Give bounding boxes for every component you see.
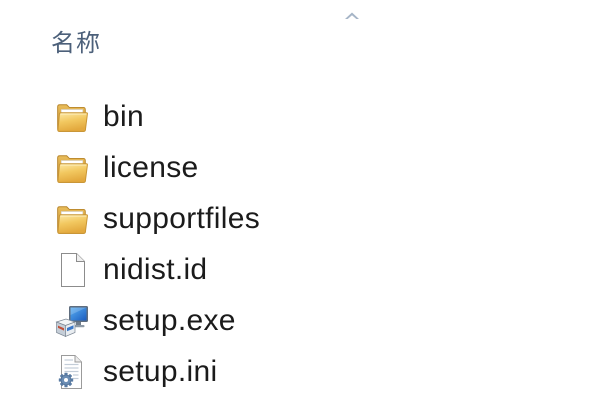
file-item-setup-exe[interactable]: setup.exe — [52, 301, 572, 341]
folder-icon — [52, 98, 90, 136]
file-item-bin[interactable]: bin — [52, 97, 572, 137]
file-item-setup-ini[interactable]: setup.ini — [52, 352, 572, 392]
file-name: license — [103, 151, 199, 184]
sort-ascending-icon — [344, 11, 360, 20]
file-name: setup.exe — [103, 304, 236, 337]
name-column-label: 名称 — [51, 29, 101, 57]
file-name: setup.ini — [103, 355, 218, 388]
file-name: supportfiles — [103, 202, 261, 235]
file-item-nidist-id[interactable]: nidist.id — [52, 250, 572, 290]
file-name: nidist.id — [103, 253, 208, 286]
file-item-supportfiles[interactable]: supportfiles — [52, 199, 572, 239]
file-list: bin license supportfiles nidist.id setup… — [52, 97, 572, 392]
name-column-header[interactable]: 名称 — [0, 0, 604, 64]
installer-exe-icon — [52, 302, 90, 340]
folder-icon — [52, 200, 90, 238]
file-item-license[interactable]: license — [52, 148, 572, 188]
blank-file-icon — [52, 251, 90, 289]
folder-icon — [52, 149, 90, 187]
settings-file-icon — [52, 353, 90, 391]
file-name: bin — [103, 100, 144, 133]
